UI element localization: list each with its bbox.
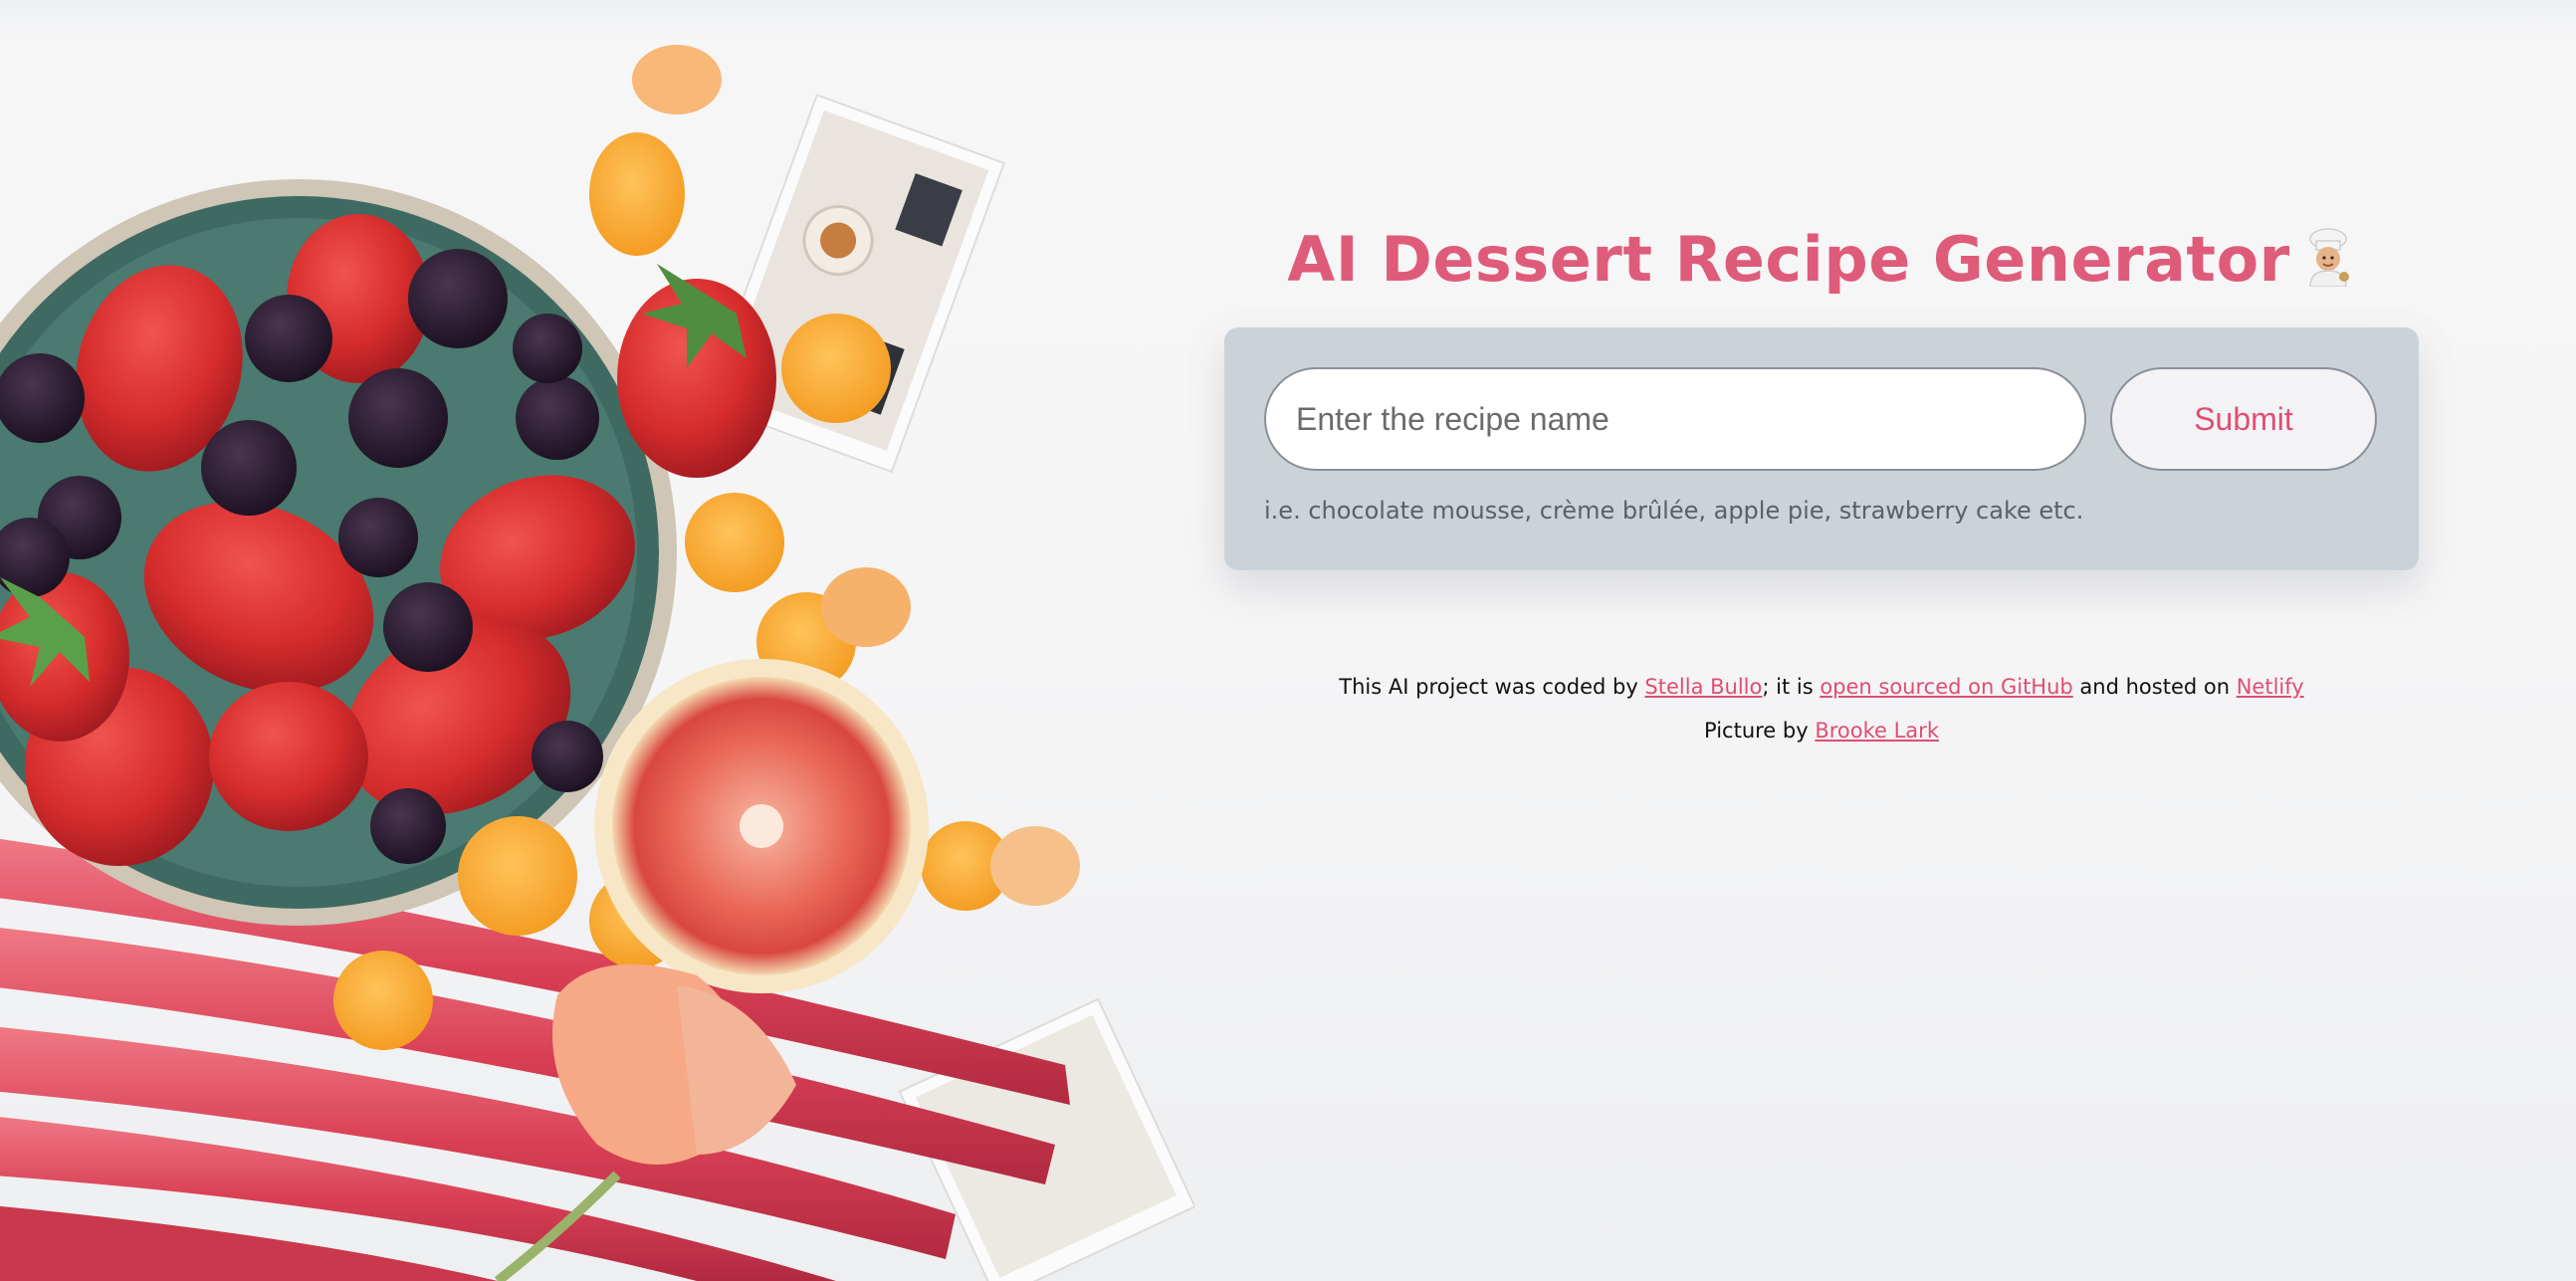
main-content: AI Dessert Recipe Generator Submit i.e. … xyxy=(1224,0,2419,1281)
footer-text: and hosted on xyxy=(2072,675,2237,699)
footer-credits-line: This AI project was coded by Stella Bull… xyxy=(1224,665,2419,709)
footer-text: Picture by xyxy=(1704,719,1816,743)
page-title-text: AI Dessert Recipe Generator xyxy=(1287,222,2290,296)
github-link[interactable]: open sourced on GitHub xyxy=(1820,675,2072,699)
fruit-background-image xyxy=(0,45,1194,1281)
footer-text: This AI project was coded by xyxy=(1339,675,1645,699)
photographer-link[interactable]: Brooke Lark xyxy=(1815,719,1939,743)
page-title: AI Dessert Recipe Generator xyxy=(1224,223,2419,296)
author-link[interactable]: Stella Bullo xyxy=(1644,675,1762,699)
input-hint: i.e. chocolate mousse, crème brûlée, app… xyxy=(1264,497,2084,525)
footer-text: ; it is xyxy=(1762,675,1821,699)
submit-button[interactable]: Submit xyxy=(2110,367,2377,471)
footer: This AI project was coded by Stella Bull… xyxy=(1224,665,2419,752)
recipe-form: Submit i.e. chocolate mousse, crème brûl… xyxy=(1224,327,2419,570)
blood-orange-half xyxy=(594,659,929,993)
netlify-link[interactable]: Netlify xyxy=(2237,675,2304,699)
chef-icon xyxy=(2308,227,2349,287)
footer-picture-credit: Picture by Brooke Lark xyxy=(1224,709,2419,752)
recipe-name-input[interactable] xyxy=(1264,367,2086,471)
